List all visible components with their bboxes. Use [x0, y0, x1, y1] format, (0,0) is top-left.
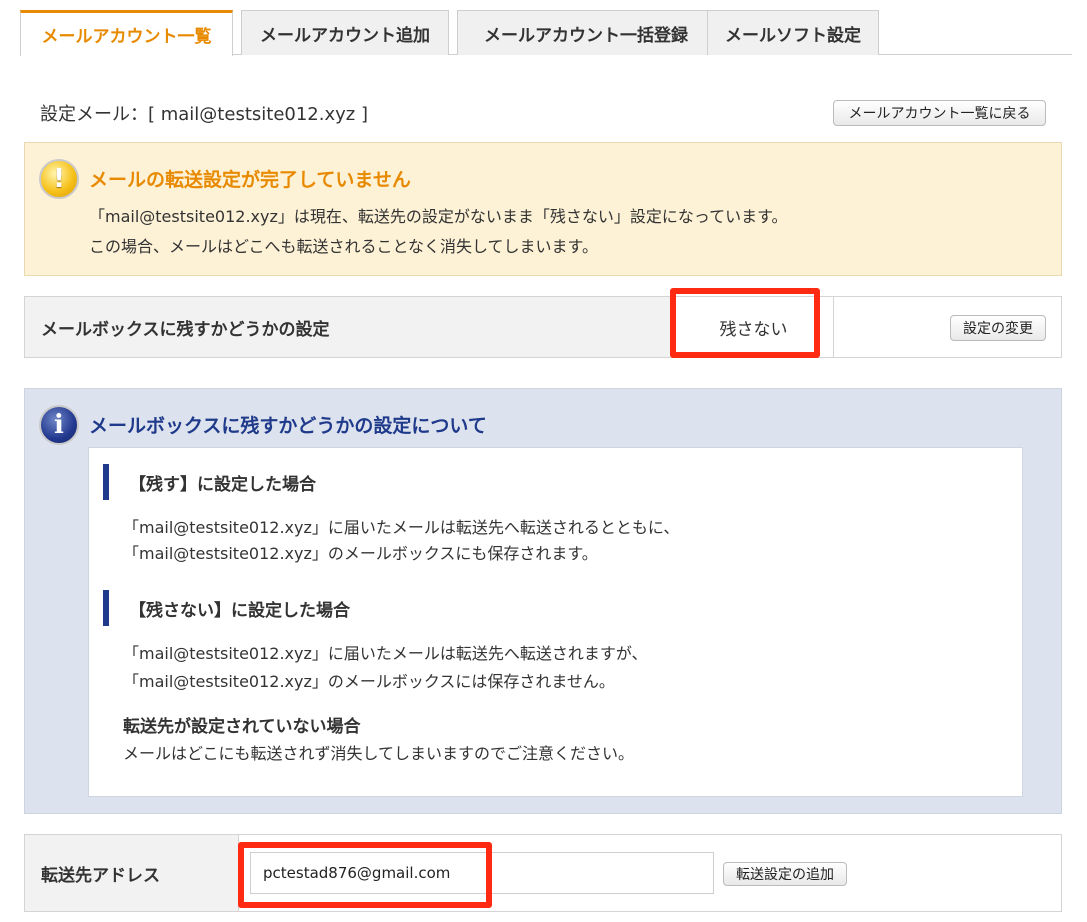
info-title: メールボックスに残すかどうかの設定について — [89, 415, 487, 437]
keep-text-line: 「mail@testsite012.xyz」に届いたメールは転送先へ転送されると… — [123, 518, 680, 537]
tab-mail-account-bulk-register[interactable]: メールアカウント一括登録 — [457, 10, 715, 55]
tab-label: メールアカウント追加 — [260, 25, 430, 46]
highlight-frame — [670, 288, 820, 358]
tab-mail-account-list[interactable]: メールアカウント一覧 — [20, 10, 233, 56]
note-text: メールはどこにも転送されず消失してしまいますのでご注意ください。 — [123, 744, 635, 763]
highlight-frame — [238, 842, 492, 908]
tab-mail-software-settings[interactable]: メールソフト設定 — [707, 10, 879, 55]
note-heading: 転送先が設定されていない場合 — [123, 717, 361, 737]
nokeep-heading: 【残さない】に設定した場合 — [103, 590, 350, 626]
info-icon: i — [39, 405, 79, 445]
setting-mail-label: 設定メール：[ mail@testsite012.xyz ] — [40, 104, 368, 125]
warning-icon: ! — [39, 159, 79, 199]
info-box: i メールボックスに残すかどうかの設定について 【残す】に設定した場合 「mai… — [24, 388, 1062, 814]
keep-text-line: 「mail@testsite012.xyz」のメールボックスにも保存されます。 — [123, 544, 598, 563]
mailbox-setting-row: メールボックスに残すかどうかの設定 残さない — [24, 296, 1062, 358]
add-forward-button[interactable]: 転送設定の追加 — [723, 862, 847, 886]
tab-label: メールアカウント一括登録 — [484, 25, 688, 46]
tab-label: メールアカウント一覧 — [41, 27, 212, 47]
tab-bar: メールアカウント一覧 メールアカウント追加 メールアカウント一括登録 メールソフ… — [20, 10, 1072, 56]
warning-text-line: この場合、メールはどこへも転送されることなく消失してしまいます。 — [89, 237, 598, 256]
tab-label: メールソフト設定 — [725, 25, 861, 46]
mailbox-setting-label: メールボックスに残すかどうかの設定 — [25, 297, 673, 357]
nokeep-text-line: 「mail@testsite012.xyz」に届いたメールは転送先へ転送されます… — [123, 644, 648, 663]
warning-title: メールの転送設定が完了していません — [89, 169, 411, 191]
warning-box: ! メールの転送設定が完了していません 「mail@testsite012.xy… — [24, 142, 1062, 276]
tab-mail-account-add[interactable]: メールアカウント追加 — [241, 10, 449, 55]
info-content: 【残す】に設定した場合 「mail@testsite012.xyz」に届いたメー… — [88, 447, 1023, 797]
forward-address-label: 転送先アドレス — [25, 835, 239, 911]
nokeep-text-line: 「mail@testsite012.xyz」のメールボックスには保存されません。 — [123, 672, 615, 691]
change-setting-button[interactable]: 設定の変更 — [950, 315, 1046, 341]
keep-heading: 【残す】に設定した場合 — [103, 464, 316, 500]
back-to-list-button[interactable]: メールアカウント一覧に戻る — [833, 100, 1046, 126]
warning-text-line: 「mail@testsite012.xyz」は現在、転送先の設定がないまま「残さ… — [89, 207, 788, 226]
